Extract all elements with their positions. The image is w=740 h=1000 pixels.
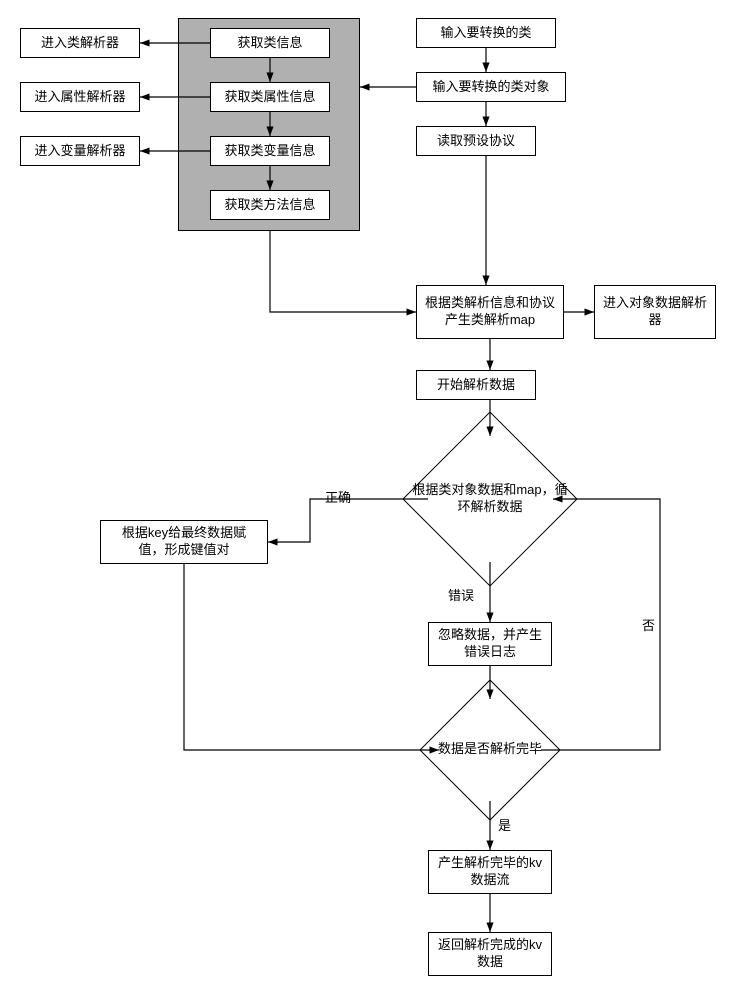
label-correct: 正确 bbox=[325, 487, 351, 506]
label-error: 错误 bbox=[448, 585, 474, 604]
box-start-parse: 开始解析数据 bbox=[416, 370, 536, 400]
label-yes: 是 bbox=[498, 815, 511, 834]
label-no: 否 bbox=[642, 615, 655, 634]
box-input-class: 输入要转换的类 bbox=[416, 18, 556, 48]
box-gen-kv: 产生解析完毕的kv数据流 bbox=[428, 850, 552, 894]
box-get-attr-info: 获取类属性信息 bbox=[210, 82, 330, 112]
box-return-kv: 返回解析完成的kv数据 bbox=[428, 932, 552, 976]
box-ignore-err: 忽略数据，并产生错误日志 bbox=[428, 622, 552, 666]
box-get-class-info: 获取类信息 bbox=[210, 28, 330, 58]
box-enter-obj-parser: 进入对象数据解析器 bbox=[594, 285, 716, 339]
box-assign-kv: 根据key给最终数据赋值，形成键值对 bbox=[100, 520, 268, 564]
box-get-method-info: 获取类方法信息 bbox=[210, 190, 330, 220]
label-done-check: 数据是否解析完毕 bbox=[410, 741, 570, 758]
box-enter-attr-parser: 进入属性解析器 bbox=[20, 82, 140, 112]
box-input-obj: 输入要转换的类对象 bbox=[416, 72, 566, 102]
label-loop-parse: 根据类对象数据和map，循环解析数据 bbox=[410, 482, 570, 516]
box-get-var-info: 获取类变量信息 bbox=[210, 136, 330, 166]
box-enter-class-parser: 进入类解析器 bbox=[20, 28, 140, 58]
box-read-proto: 读取预设协议 bbox=[416, 126, 536, 156]
box-gen-map: 根据类解析信息和协议产生类解析map bbox=[416, 285, 564, 339]
box-enter-var-parser: 进入变量解析器 bbox=[20, 136, 140, 166]
